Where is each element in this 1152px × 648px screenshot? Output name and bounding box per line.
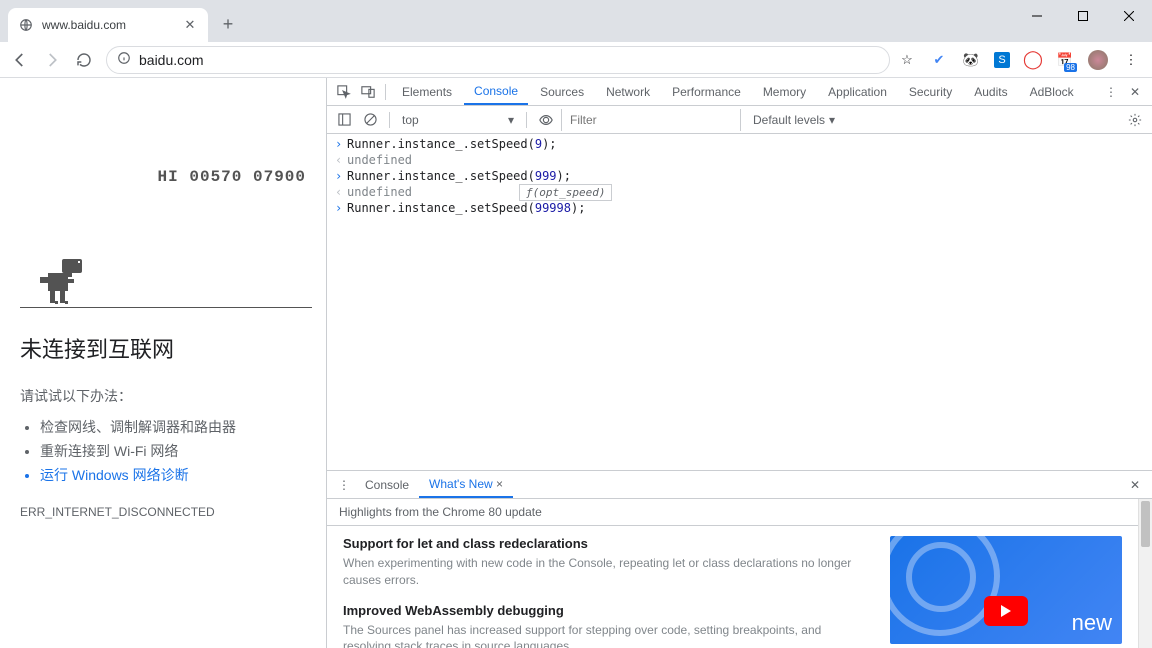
- drawer-tab-whatsnew[interactable]: What's New ×: [419, 471, 513, 498]
- extension-icons: ☆ ✔ 🐼 S ◯ 📅98 ⋮: [898, 50, 1146, 70]
- devtools-drawer: ⋮ Console What's New × ✕ Highlights from…: [327, 470, 1152, 648]
- browser-toolbar: baidu.com ☆ ✔ 🐼 S ◯ 📅98 ⋮: [0, 42, 1152, 78]
- devtools-more-icon[interactable]: ⋮: [1100, 81, 1122, 103]
- forward-button[interactable]: [38, 46, 66, 74]
- console-toolbar: top▾ Default levels▾: [327, 106, 1152, 134]
- tab-application[interactable]: Application: [818, 78, 897, 105]
- ext-icon-4[interactable]: ◯: [1024, 51, 1042, 69]
- browser-tab[interactable]: www.baidu.com ✕: [8, 8, 208, 42]
- wn-item-title: Support for let and class redeclarations: [343, 536, 870, 551]
- whatsnew-banner: Highlights from the Chrome 80 update: [327, 499, 1138, 526]
- console-settings-icon[interactable]: [1124, 109, 1146, 131]
- devtools-tabbar: Elements Console Sources Network Perform…: [327, 78, 1152, 106]
- play-icon[interactable]: [984, 596, 1028, 626]
- error-code: ERR_INTERNET_DISCONNECTED: [20, 505, 306, 519]
- drawer-tabbar: ⋮ Console What's New × ✕: [327, 471, 1152, 499]
- globe-icon: [18, 17, 34, 33]
- chevron-down-icon: ▾: [508, 113, 514, 127]
- tab-title: www.baidu.com: [42, 18, 174, 32]
- window-titlebar: www.baidu.com ✕ +: [0, 0, 1152, 42]
- drawer-tab-console[interactable]: Console: [355, 471, 419, 498]
- thumb-label: new: [1072, 610, 1112, 636]
- star-icon[interactable]: ☆: [898, 51, 916, 69]
- log-levels-selector[interactable]: Default levels▾: [745, 113, 843, 127]
- profile-avatar[interactable]: [1088, 50, 1108, 70]
- tab-elements[interactable]: Elements: [392, 78, 462, 105]
- whatsnew-items: Support for let and class redeclarations…: [343, 536, 870, 648]
- device-toggle-icon[interactable]: [357, 81, 379, 103]
- back-button[interactable]: [6, 46, 34, 74]
- info-icon[interactable]: [117, 51, 131, 68]
- chevron-down-icon: ▾: [829, 113, 835, 127]
- drawer-close-icon[interactable]: ✕: [1124, 474, 1146, 496]
- inspect-icon[interactable]: [333, 81, 355, 103]
- error-subtitle: 请试试以下办法：: [20, 386, 306, 406]
- url-text: baidu.com: [139, 52, 204, 68]
- wn-item-desc: The Sources panel has increased support …: [343, 622, 870, 648]
- devtools-panel: Elements Console Sources Network Perform…: [326, 78, 1152, 648]
- live-expression-icon[interactable]: [535, 109, 557, 131]
- page-content: HI 00570 07900: [0, 78, 326, 648]
- tab-audits[interactable]: Audits: [964, 78, 1017, 105]
- window-controls: [1014, 0, 1152, 32]
- dino-score: HI 00570 07900: [20, 168, 306, 186]
- menu-button[interactable]: ⋮: [1122, 51, 1140, 69]
- clear-console-icon[interactable]: [359, 109, 381, 131]
- signature-tooltip: ƒ(opt_speed): [519, 184, 612, 201]
- tab-sources[interactable]: Sources: [530, 78, 594, 105]
- tab-performance[interactable]: Performance: [662, 78, 751, 105]
- console-output[interactable]: ›Runner.instance_.setSpeed(9); ‹undefine…: [327, 134, 1152, 470]
- tab-close-icon[interactable]: ✕: [182, 17, 198, 33]
- ext-icon-1[interactable]: ✔: [930, 51, 948, 69]
- error-title: 未连接到互联网: [20, 332, 306, 364]
- suggestion-link[interactable]: 运行 Windows 网络诊断: [40, 464, 306, 488]
- suggestion-item: 检查网线、调制解调器和路由器: [40, 416, 306, 440]
- ext-icon-3[interactable]: S: [994, 52, 1010, 68]
- ext-icon-5[interactable]: 📅98: [1056, 51, 1074, 69]
- devtools-close-icon[interactable]: ✕: [1124, 81, 1146, 103]
- tab-network[interactable]: Network: [596, 78, 660, 105]
- context-selector[interactable]: top▾: [398, 113, 518, 127]
- console-sidebar-toggle-icon[interactable]: [333, 109, 355, 131]
- suggestion-item: 重新连接到 Wi-Fi 网络: [40, 440, 306, 464]
- error-suggestions: 检查网线、调制解调器和路由器 重新连接到 Wi-Fi 网络 运行 Windows…: [40, 416, 306, 487]
- tab-security[interactable]: Security: [899, 78, 962, 105]
- drawer-scrollbar[interactable]: [1138, 499, 1152, 648]
- dino-icon[interactable]: [40, 259, 84, 308]
- drawer-more-icon[interactable]: ⋮: [333, 474, 355, 496]
- tab-adblock[interactable]: AdBlock: [1020, 78, 1084, 105]
- tab-console[interactable]: Console: [464, 78, 528, 105]
- reload-button[interactable]: [70, 46, 98, 74]
- new-tab-button[interactable]: +: [214, 10, 242, 38]
- window-close-button[interactable]: [1106, 0, 1152, 32]
- console-filter-input[interactable]: [561, 109, 741, 131]
- address-bar[interactable]: baidu.com: [106, 46, 890, 74]
- maximize-button[interactable]: [1060, 0, 1106, 32]
- minimize-button[interactable]: [1014, 0, 1060, 32]
- wn-item-desc: When experimenting with new code in the …: [343, 555, 870, 589]
- whatsnew-video-thumbnail[interactable]: new: [890, 536, 1122, 644]
- ext-icon-2[interactable]: 🐼: [962, 51, 980, 69]
- scrollbar-thumb[interactable]: [1141, 501, 1150, 547]
- close-icon[interactable]: ×: [496, 477, 503, 491]
- wn-item-title: Improved WebAssembly debugging: [343, 603, 870, 618]
- tab-memory[interactable]: Memory: [753, 78, 816, 105]
